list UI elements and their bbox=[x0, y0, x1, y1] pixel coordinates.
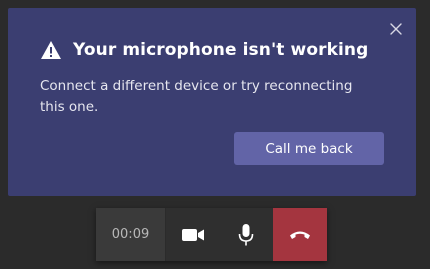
hang-up-phone-icon bbox=[290, 231, 310, 239]
notification-title: Your microphone isn't working bbox=[73, 40, 369, 60]
video-toggle-button[interactable] bbox=[166, 208, 219, 261]
microphone-icon bbox=[238, 223, 254, 245]
hang-up-button[interactable] bbox=[273, 208, 327, 261]
call-controls-bar: 00:09 bbox=[96, 208, 327, 261]
notification-header: Your microphone isn't working bbox=[40, 40, 368, 60]
close-icon bbox=[390, 23, 402, 35]
warning-icon bbox=[41, 41, 61, 59]
microphone-warning-notification: Your microphone isn't working Connect a … bbox=[8, 8, 416, 196]
call-me-back-button[interactable]: Call me back bbox=[234, 132, 384, 165]
close-button[interactable] bbox=[388, 21, 404, 37]
video-camera-icon bbox=[181, 228, 204, 241]
microphone-toggle-button[interactable] bbox=[219, 208, 273, 261]
call-timer: 00:09 bbox=[96, 208, 165, 261]
notification-message: Connect a different device or try reconn… bbox=[40, 78, 353, 115]
